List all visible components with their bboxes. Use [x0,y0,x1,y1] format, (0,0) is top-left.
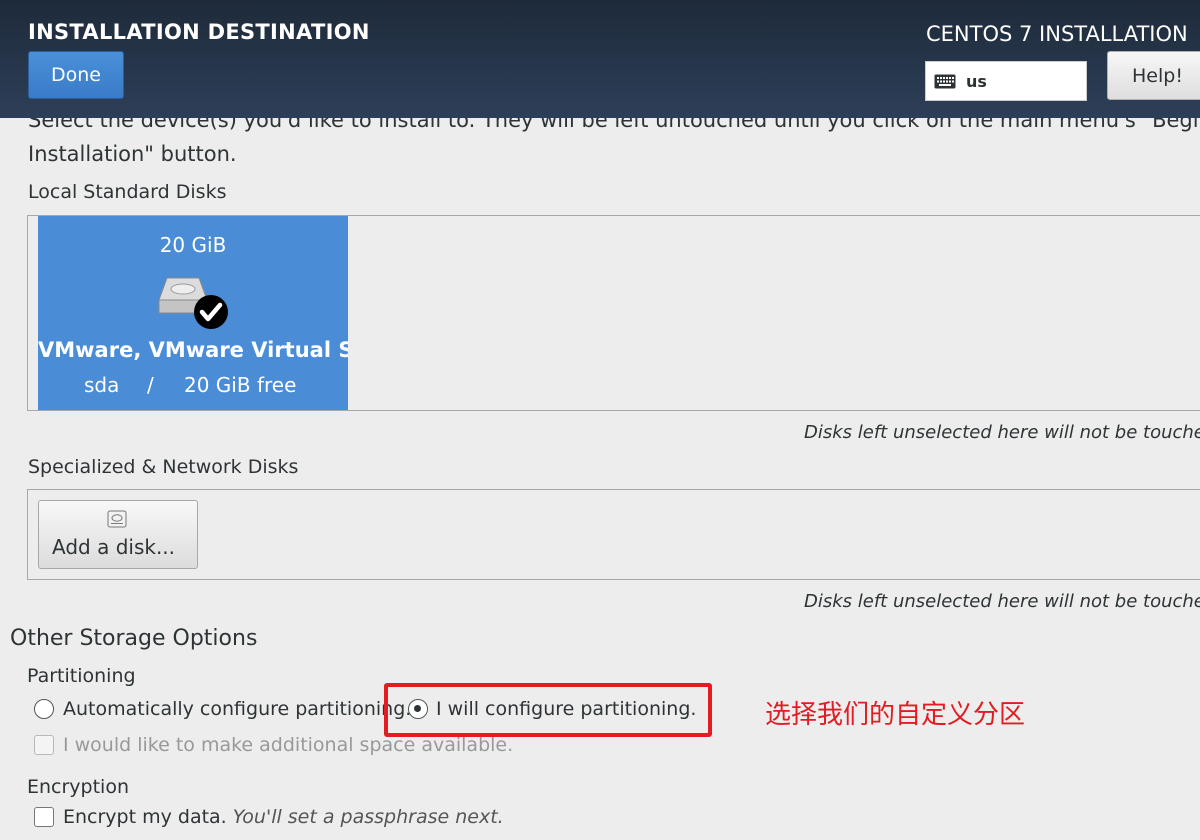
done-button[interactable]: Done [28,51,124,99]
auto-partition-label[interactable]: Automatically configure partitioning. [63,698,411,720]
network-disks-label: Specialized & Network Disks [28,456,299,478]
extra-space-label: I would like to make additional space av… [63,734,514,756]
disk-free: 20 GiB free [184,373,297,397]
disk-size: 20 GiB [159,233,227,257]
encrypt-label: Encrypt my data. [63,806,227,828]
intro-text: Installation" button. [28,142,237,166]
disk-separator: / [147,373,154,397]
add-disk-label: Add a disk... [52,535,176,559]
hard-disk-icon [158,277,228,329]
keyboard-icon [934,74,956,88]
network-disks-note: Disks left unselected here will not be t… [804,591,1200,612]
local-disks-note: Disks left unselected here will not be t… [804,422,1200,443]
disk-device: sda [84,373,120,397]
encrypt-checkbox[interactable] [34,807,54,827]
encrypt-hint: You'll set a passphrase next. [232,806,504,828]
add-disk-button[interactable]: Add a disk... [38,500,198,569]
header-bar: INSTALLATION DESTINATION Done CENTOS 7 I… [0,0,1200,118]
annotation-highlight-box [384,683,712,737]
keyboard-layout-label: us [966,71,987,91]
product-title: CENTOS 7 INSTALLATION [926,22,1188,46]
auto-partition-radio[interactable] [34,699,54,719]
help-button[interactable]: Help! [1107,51,1200,100]
keyboard-layout-indicator[interactable]: us [925,61,1087,101]
intro-text-clipped: Select the device(s) you'd like to insta… [28,118,1200,132]
other-storage-heading: Other Storage Options [10,626,258,651]
network-disks-panel [27,489,1200,580]
local-disks-label: Local Standard Disks [28,181,227,203]
add-disk-icon [107,510,127,528]
partitioning-label: Partitioning [27,665,136,687]
page-title: INSTALLATION DESTINATION [28,20,370,44]
disk-name: VMware, VMware Virtual S [38,338,348,362]
encrypt-option[interactable]: Encrypt my data. You'll set a passphrase… [63,806,504,828]
encryption-label: Encryption [27,776,130,798]
annotation-text: 选择我们的自定义分区 [765,700,1026,730]
extra-space-checkbox[interactable] [34,735,54,755]
